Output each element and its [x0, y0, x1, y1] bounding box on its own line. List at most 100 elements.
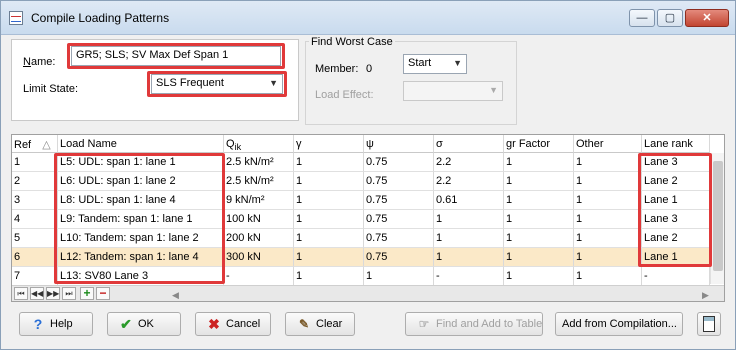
- cell-sigma[interactable]: -: [434, 267, 504, 286]
- cell-load-name[interactable]: L13: SV80 Lane 3: [58, 267, 224, 286]
- last-record-button[interactable]: ⏭: [62, 287, 76, 300]
- col-header-gamma[interactable]: γ: [294, 135, 364, 153]
- col-header-lane-rank[interactable]: Lane rank: [642, 135, 710, 153]
- calculator-button[interactable]: [697, 312, 721, 336]
- vertical-scrollbar[interactable]: [710, 153, 724, 284]
- close-button[interactable]: ✕: [685, 9, 729, 27]
- cell-lane-rank[interactable]: Lane 1: [642, 248, 710, 267]
- cell-psi[interactable]: 0.75: [364, 229, 434, 248]
- cell-gr-factor[interactable]: 1: [504, 153, 574, 172]
- ok-button[interactable]: ✔ OK: [107, 312, 181, 336]
- member-label: Member:: [315, 63, 359, 75]
- cell-gamma[interactable]: 1: [294, 191, 364, 210]
- scroll-thumb[interactable]: [713, 161, 723, 271]
- cell-qik[interactable]: -: [224, 267, 294, 286]
- col-header-ref[interactable]: Ref △: [12, 135, 58, 153]
- start-select[interactable]: Start ▼: [403, 54, 467, 74]
- load-effect-select[interactable]: ▼: [403, 81, 503, 101]
- cell-psi[interactable]: 0.75: [364, 191, 434, 210]
- cell-gamma[interactable]: 1: [294, 153, 364, 172]
- cell-load-name[interactable]: L10: Tandem: span 1: lane 2: [58, 229, 224, 248]
- maximize-button[interactable]: ▢: [657, 9, 683, 27]
- cell-load-name[interactable]: L12: Tandem: span 1: lane 4: [58, 248, 224, 267]
- cell-lane-rank[interactable]: Lane 3: [642, 153, 710, 172]
- cell-gr-factor[interactable]: 1: [504, 229, 574, 248]
- cell-sigma[interactable]: 1: [434, 210, 504, 229]
- cell-load-name[interactable]: L6: UDL: span 1: lane 2: [58, 172, 224, 191]
- cell-lane-rank[interactable]: -: [642, 267, 710, 286]
- cell-ref[interactable]: 4: [12, 210, 58, 229]
- remove-row-button[interactable]: −: [96, 287, 110, 300]
- scroll-right-icon[interactable]: ▶: [702, 290, 709, 301]
- find-and-add-button[interactable]: ☞ Find and Add to Table: [405, 312, 543, 336]
- cell-ref[interactable]: 7: [12, 267, 58, 286]
- cell-gr-factor[interactable]: 1: [504, 267, 574, 286]
- help-button[interactable]: ? Help: [19, 312, 93, 336]
- title-bar[interactable]: Compile Loading Patterns — ▢ ✕: [1, 1, 735, 35]
- cell-gamma[interactable]: 1: [294, 267, 364, 286]
- cell-ref[interactable]: 1: [12, 153, 58, 172]
- add-from-compilation-button[interactable]: Add from Compilation...: [555, 312, 683, 336]
- cell-qik[interactable]: 2.5 kN/m²: [224, 172, 294, 191]
- col-header-load-name[interactable]: Load Name: [58, 135, 224, 153]
- cell-other[interactable]: 1: [574, 191, 642, 210]
- cell-gr-factor[interactable]: 1: [504, 172, 574, 191]
- cell-qik[interactable]: 2.5 kN/m²: [224, 153, 294, 172]
- cell-lane-rank[interactable]: Lane 2: [642, 229, 710, 248]
- prev-page-button[interactable]: ◀◀: [30, 287, 44, 300]
- cell-other[interactable]: 1: [574, 248, 642, 267]
- cell-sigma[interactable]: 0.61: [434, 191, 504, 210]
- cell-gamma[interactable]: 1: [294, 248, 364, 267]
- col-header-psi[interactable]: ψ: [364, 135, 434, 153]
- limit-state-select[interactable]: SLS Frequent ▼: [151, 74, 283, 94]
- cell-other[interactable]: 1: [574, 210, 642, 229]
- cell-other[interactable]: 1: [574, 229, 642, 248]
- cell-ref[interactable]: 2: [12, 172, 58, 191]
- cell-ref[interactable]: 6: [12, 248, 58, 267]
- cell-psi[interactable]: 1: [364, 267, 434, 286]
- load-grid[interactable]: Ref △ Load Name Qik γ ψ σ gr Factor Othe…: [11, 134, 725, 302]
- col-header-qik[interactable]: Qik: [224, 135, 294, 153]
- cell-other[interactable]: 1: [574, 172, 642, 191]
- cell-other[interactable]: 1: [574, 267, 642, 286]
- cell-lane-rank[interactable]: Lane 2: [642, 172, 710, 191]
- col-header-sigma[interactable]: σ: [434, 135, 504, 153]
- cell-load-name[interactable]: L9: Tandem: span 1: lane 1: [58, 210, 224, 229]
- cell-qik[interactable]: 100 kN: [224, 210, 294, 229]
- clear-button[interactable]: ✎ Clear: [285, 312, 355, 336]
- cancel-button[interactable]: ✖ Cancel: [195, 312, 271, 336]
- add-row-button[interactable]: +: [80, 287, 94, 300]
- scroll-left-icon[interactable]: ◀: [172, 290, 179, 301]
- cell-lane-rank[interactable]: Lane 3: [642, 210, 710, 229]
- cell-ref[interactable]: 5: [12, 229, 58, 248]
- cell-qik[interactable]: 300 kN: [224, 248, 294, 267]
- cell-ref[interactable]: 3: [12, 191, 58, 210]
- cell-psi[interactable]: 0.75: [364, 248, 434, 267]
- cell-psi[interactable]: 0.75: [364, 210, 434, 229]
- cell-load-name[interactable]: L5: UDL: span 1: lane 1: [58, 153, 224, 172]
- cell-psi[interactable]: 0.75: [364, 172, 434, 191]
- col-header-other[interactable]: Other: [574, 135, 642, 153]
- cell-qik[interactable]: 9 kN/m²: [224, 191, 294, 210]
- cell-gamma[interactable]: 1: [294, 210, 364, 229]
- next-page-button[interactable]: ▶▶: [46, 287, 60, 300]
- cell-gr-factor[interactable]: 1: [504, 248, 574, 267]
- cell-gamma[interactable]: 1: [294, 172, 364, 191]
- cell-qik[interactable]: 200 kN: [224, 229, 294, 248]
- col-header-gr-factor[interactable]: gr Factor: [504, 135, 574, 153]
- cell-other[interactable]: 1: [574, 153, 642, 172]
- cell-gr-factor[interactable]: 1: [504, 191, 574, 210]
- name-input[interactable]: GR5; SLS; SV Max Def Span 1: [71, 46, 281, 66]
- cell-lane-rank[interactable]: Lane 1: [642, 191, 710, 210]
- cell-load-name[interactable]: L8: UDL: span 1: lane 4: [58, 191, 224, 210]
- minimize-button[interactable]: —: [629, 9, 655, 27]
- limit-state-value: SLS Frequent: [156, 77, 224, 89]
- first-record-button[interactable]: ⏮: [14, 287, 28, 300]
- cell-gamma[interactable]: 1: [294, 229, 364, 248]
- cell-sigma[interactable]: 2.2: [434, 153, 504, 172]
- cell-sigma[interactable]: 1: [434, 229, 504, 248]
- cell-gr-factor[interactable]: 1: [504, 210, 574, 229]
- cell-sigma[interactable]: 2.2: [434, 172, 504, 191]
- cell-psi[interactable]: 0.75: [364, 153, 434, 172]
- cell-sigma[interactable]: 1: [434, 248, 504, 267]
